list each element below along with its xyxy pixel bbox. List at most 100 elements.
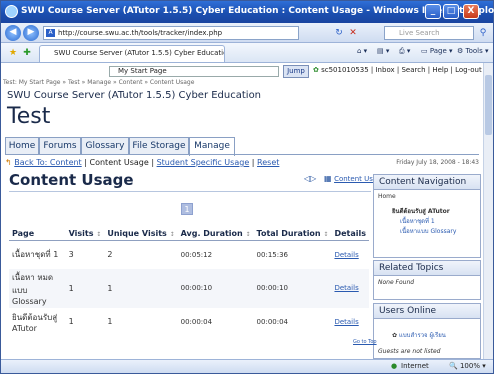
- table-row: เนื้อหาชุดที่ 1 3 2 00:05:12 00:15:36 De…: [9, 241, 369, 269]
- cell-avg: 00:00:10: [177, 268, 254, 308]
- title-divider: [9, 191, 371, 192]
- jump-button[interactable]: Jump: [283, 65, 309, 78]
- page-content: My Start Page Jump ✿ sc501010535 | Inbox…: [1, 63, 483, 359]
- table-row: ยินดีต้อนรับสู่ ATutor 1 1 00:00:04 00:0…: [9, 308, 369, 336]
- col-unique-visits[interactable]: Unique Visits ↕: [104, 227, 178, 241]
- student-usage-link[interactable]: Student Specific Usage: [157, 158, 250, 167]
- cell-unique: 1: [107, 317, 113, 326]
- col-total-duration[interactable]: Total Duration ↕: [253, 227, 332, 241]
- sidebar: Content Navigation Home ยินดีต้อนรับสู่ …: [373, 174, 481, 359]
- content-navigation-title[interactable]: Content Navigation: [374, 175, 480, 190]
- sitemap-icon[interactable]: ▦: [324, 174, 332, 183]
- online-user[interactable]: ✿ แบบสำรวจ ผู้เรียน: [378, 330, 476, 340]
- back-arrow-icon: ↰: [5, 158, 12, 167]
- window-title: SWU Course Server (ATutor 1.5.5) Cyber E…: [21, 6, 494, 16]
- cell-visits: 1: [68, 317, 74, 326]
- cell-visits: 3: [68, 250, 74, 260]
- refresh-icon[interactable]: ↻: [333, 27, 345, 39]
- minimize-button[interactable]: _: [425, 4, 441, 19]
- nav-item[interactable]: เนื้อหาชุดที่ 1: [378, 216, 476, 226]
- user-icon: ✿: [392, 332, 398, 339]
- zone-label: Internet: [401, 362, 429, 370]
- go-to-top-link[interactable]: Go to Top: [353, 339, 377, 345]
- vertical-scrollbar[interactable]: [483, 63, 493, 359]
- url-field[interactable]: A http://course.swu.ac.th/tools/tracker/…: [43, 26, 299, 40]
- details-link[interactable]: Details: [331, 268, 369, 308]
- cell-avg: 00:05:12: [180, 250, 213, 259]
- address-bar: ◀ ▶ A http://course.swu.ac.th/tools/trac…: [1, 23, 493, 43]
- nav-item[interactable]: ยินดีต้อนรับสู่ ATutor: [378, 206, 476, 216]
- date-label: Friday July 18, 2008 - 18:43: [396, 159, 479, 166]
- tab-divider: [5, 154, 479, 155]
- nav-home-link[interactable]: Home: [378, 193, 476, 200]
- related-topics-box: Related Topics None Found: [373, 260, 481, 300]
- users-online-title[interactable]: Users Online: [374, 304, 480, 319]
- guests-note: Guests are not listed: [378, 348, 441, 355]
- users-online-box: Users Online ✿ แบบสำรวจ ผู้เรียน Guests …: [373, 303, 481, 359]
- cell-total: 00:00:04: [256, 317, 288, 326]
- sub-navigation: ↰ Back To: Content | Content Usage | Stu…: [5, 158, 280, 167]
- details-link[interactable]: Details: [331, 241, 369, 269]
- stop-icon[interactable]: ✕: [347, 27, 359, 39]
- favorites-star-icon[interactable]: ★: [7, 47, 19, 59]
- tab-forums[interactable]: Forums: [39, 137, 81, 155]
- tab-file-storage[interactable]: File Storage: [129, 137, 189, 155]
- reset-link[interactable]: Reset: [257, 158, 279, 167]
- cell-page: เนื้อหา หมดแบบ Glossary: [9, 268, 66, 308]
- browser-window: SWU Course Server (ATutor 1.5.5) Cyber E…: [0, 0, 494, 374]
- col-details: Details: [331, 227, 369, 241]
- browser-tab[interactable]: SWU Course Server (ATutor 1.5.5) Cyber E…: [39, 45, 225, 62]
- status-bar: ● Internet 🔍 100% ▾: [1, 359, 493, 373]
- toggle-menu-icon[interactable]: ◁▷: [304, 174, 316, 183]
- nav-item[interactable]: เนื้อหาแบบ Glossary: [378, 226, 476, 236]
- pager-page-1[interactable]: 1: [181, 203, 193, 215]
- course-header: SWU Course Server (ATutor 1.5.5) Cyber E…: [7, 90, 262, 101]
- cell-total: 00:15:36: [256, 250, 288, 259]
- forward-icon[interactable]: ▶: [23, 25, 39, 41]
- page-menu[interactable]: ▭ Page ▾: [421, 47, 453, 55]
- search-icon[interactable]: ⚲: [477, 27, 489, 39]
- user-icon: ✿: [313, 66, 319, 74]
- ie-logo-icon: [5, 5, 18, 18]
- back-to-content-link[interactable]: Back To: Content: [14, 158, 81, 167]
- cell-unique: 1: [104, 268, 178, 308]
- content-navigation-tree: Home ยินดีต้อนรับสู่ ATutor เนื้อหาชุดที…: [374, 190, 480, 239]
- tab-bar: ★ ✚ SWU Course Server (ATutor 1.5.5) Cyb…: [1, 43, 493, 63]
- scrollbar-thumb[interactable]: [485, 75, 492, 135]
- home-icon[interactable]: ⌂ ▾: [357, 47, 367, 55]
- users-online-body: ✿ แบบสำรวจ ผู้เรียน Guests are not liste…: [374, 319, 480, 358]
- zoom-label[interactable]: 🔍 100% ▾: [449, 362, 486, 370]
- current-page-label: Content Usage: [89, 158, 149, 167]
- breadcrumb[interactable]: Test: My Start Page » Test » Manage » Co…: [3, 79, 194, 86]
- cell-page: เนื้อหาชุดที่ 1: [12, 250, 59, 260]
- tab-glossary[interactable]: Glossary: [81, 137, 129, 155]
- back-icon[interactable]: ◀: [5, 25, 21, 41]
- usage-table: Page Visits ↕ Unique Visits ↕ Avg. Durat…: [9, 227, 369, 336]
- url-text: http://course.swu.ac.th/tools/tracker/in…: [58, 29, 223, 37]
- atutor-top-bar: My Start Page Jump ✿ sc501010535 | Inbox…: [1, 63, 483, 79]
- tab-home[interactable]: Home: [5, 137, 39, 155]
- search-input[interactable]: Live Search: [384, 26, 474, 40]
- course-title: Test: [7, 104, 51, 129]
- title-bar: SWU Course Server (ATutor 1.5.5) Cyber E…: [1, 1, 494, 23]
- cell-total: 00:00:10: [253, 268, 332, 308]
- details-link[interactable]: Details: [331, 308, 369, 336]
- cell-avg: 00:00:04: [180, 317, 213, 326]
- content-navigation-box: Content Navigation Home ยินดีต้อนรับสู่ …: [373, 174, 481, 258]
- cell-visits: 1: [65, 268, 105, 308]
- tools-menu[interactable]: ⚙ Tools ▾: [457, 47, 489, 55]
- close-button[interactable]: X: [463, 4, 479, 19]
- maximize-button[interactable]: □: [443, 4, 459, 19]
- add-favorite-icon[interactable]: ✚: [21, 47, 33, 59]
- table-row: เนื้อหา หมดแบบ Glossary 1 1 00:00:10 00:…: [9, 268, 369, 308]
- col-avg-duration[interactable]: Avg. Duration ↕: [177, 227, 254, 241]
- feeds-icon[interactable]: ▤ ▾: [377, 47, 389, 55]
- col-page: Page: [9, 227, 66, 241]
- related-topics-title[interactable]: Related Topics: [374, 261, 480, 276]
- user-links[interactable]: ✿ sc501010535 | Inbox | Search | Help | …: [313, 66, 482, 74]
- print-icon[interactable]: ⎙ ▾: [399, 47, 410, 56]
- cell-unique: 2: [107, 250, 113, 260]
- col-visits[interactable]: Visits ↕: [65, 227, 105, 241]
- start-page-select[interactable]: My Start Page: [109, 66, 279, 77]
- page-title: Content Usage: [9, 171, 134, 189]
